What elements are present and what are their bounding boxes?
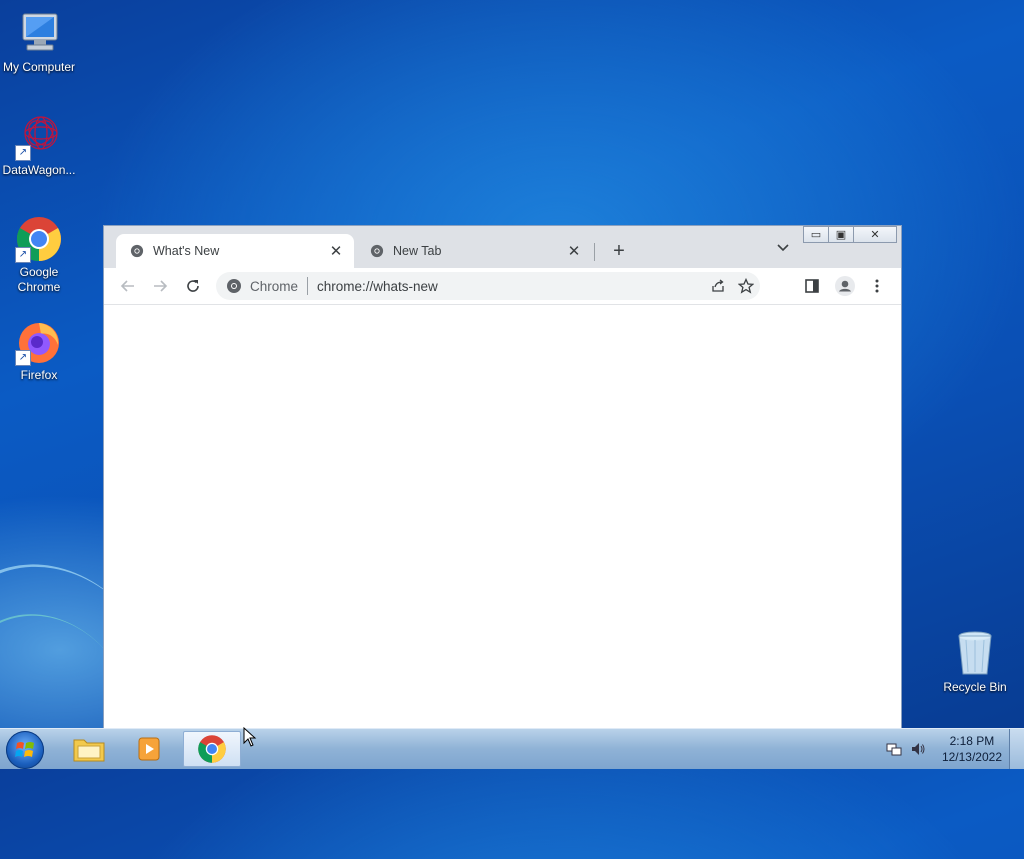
back-button[interactable] [116,274,140,298]
bookmark-button[interactable] [732,278,760,294]
desktop-icon-google-chrome[interactable]: ↗ Google Chrome [0,215,78,295]
new-tab-button[interactable]: + [607,239,631,263]
tab-strip: What's New ✕ New Tab ✕ + [104,226,901,268]
chrome-site-icon [227,279,241,293]
network-icon[interactable] [886,741,902,757]
tab-title: What's New [153,244,220,258]
desktop-icon-label: Firefox [20,368,58,382]
side-panel-button[interactable] [800,274,824,298]
mouse-cursor-icon [243,727,257,747]
folder-icon [73,739,105,762]
reload-icon [187,280,199,292]
chrome-favicon-icon [370,244,384,258]
clock[interactable]: 2:18 PM 12/13/2022 [942,733,1002,765]
star-icon [738,278,754,294]
forward-button[interactable] [148,274,172,298]
profile-icon [835,276,855,296]
tab-separator [594,243,595,261]
close-tab-icon[interactable]: ✕ [566,242,582,260]
chrome-window: ▭ ▣ ✕ What's New ✕ New Tab ✕ + Chrome ch… [103,225,902,729]
shortcut-arrow-icon: ↗ [15,145,31,161]
desktop-icon-label: Recycle Bin [943,680,1007,694]
chevron-down-icon [777,244,789,252]
arrow-right-icon [154,280,168,292]
desktop-icon-my-computer[interactable]: My Computer [0,10,78,75]
omnibox-divider [307,277,309,295]
datawagon-icon: ↗ [15,113,63,161]
shortcut-arrow-icon: ↗ [15,247,31,263]
browser-toolbar: Chrome chrome://whats-new [104,268,901,305]
shortcut-arrow-icon: ↗ [15,350,31,366]
start-button[interactable] [6,731,44,769]
page-content[interactable] [104,305,901,728]
chrome-favicon-icon [130,244,144,258]
share-button[interactable] [704,278,732,294]
tab-whats-new[interactable]: What's New ✕ [116,234,354,268]
computer-icon [15,10,63,58]
windows-logo-icon [15,742,34,757]
tab-new-tab[interactable]: New Tab ✕ [356,234,592,268]
share-icon [712,279,724,292]
desktop-icon-label: DataWagon... [2,163,76,177]
profile-button[interactable] [833,274,857,298]
chrome-logo-icon: ↗ [15,215,63,263]
clock-time: 2:18 PM [949,734,995,748]
menu-button[interactable] [865,274,889,298]
desktop-icon-label: Google Chrome [17,265,61,294]
volume-icon[interactable] [910,741,926,757]
desktop-icon-datawagon[interactable]: ↗ DataWagon... [0,113,78,178]
taskbar: 2:18 PM 12/13/2022 [0,728,1024,769]
recycle-bin-icon [951,630,999,678]
show-desktop-button[interactable] [1009,729,1024,769]
url-text[interactable]: chrome://whats-new [317,279,704,294]
desktop-icon-firefox[interactable]: ↗ Firefox [0,318,78,383]
taskbar-media-player[interactable] [120,731,178,767]
kebab-menu-icon [875,279,879,293]
arrow-left-icon [120,280,134,292]
system-tray: 2:18 PM 12/13/2022 [886,729,1002,769]
reload-button[interactable] [181,274,205,298]
taskbar-chrome[interactable] [183,731,241,767]
media-player-icon [138,737,160,761]
firefox-logo-icon: ↗ [15,318,63,366]
tab-title: New Tab [393,244,442,258]
tab-search-button[interactable] [773,240,793,260]
desktop-icon-label: My Computer [2,60,76,74]
clock-date: 12/13/2022 [941,750,1002,764]
chrome-logo-icon [198,735,226,763]
address-bar[interactable]: Chrome chrome://whats-new [216,272,760,300]
taskbar-file-explorer[interactable] [60,731,118,767]
close-tab-icon[interactable]: ✕ [328,242,344,260]
desktop-icon-recycle-bin[interactable]: Recycle Bin [936,630,1014,695]
site-chip-label: Chrome [250,278,299,294]
side-panel-icon [805,279,819,293]
